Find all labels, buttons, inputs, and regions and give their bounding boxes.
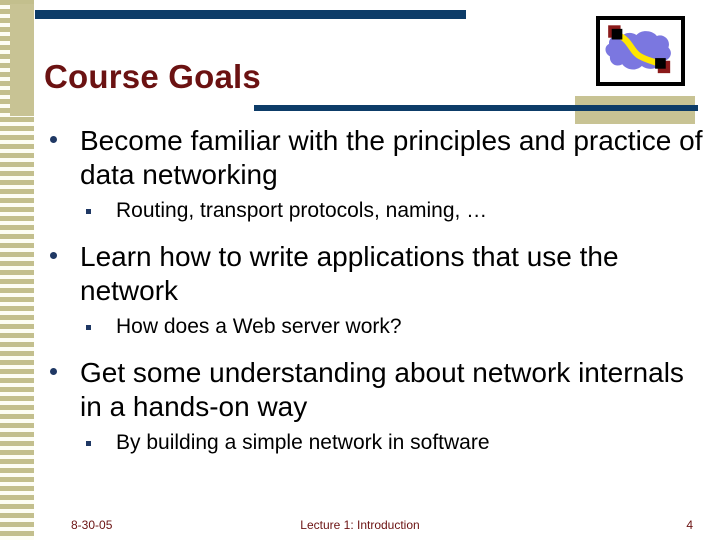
left-accent-block [10,4,34,116]
bullet-dot-icon [50,136,57,143]
bullet-level1-text: Learn how to write applications that use… [80,241,619,306]
bullet-level2: Routing, transport protocols, naming, … [44,196,704,226]
sub-bullet-square-icon [86,209,91,214]
page-title: Course Goals [44,58,261,96]
sub-bullet-square-icon [86,441,91,446]
bullet-level1: Become familiar with the principles and … [44,124,704,192]
bullet-level1-text: Become familiar with the principles and … [80,125,703,190]
bullet-level2-text: By building a simple network in software [116,431,490,454]
slide-canvas: Course Goals Become familiar with the pr… [0,0,720,540]
bullet-level2-text: Routing, transport protocols, naming, … [116,199,488,222]
bullet-dot-icon [50,252,57,259]
bullet-level2: How does a Web server work? [44,312,704,342]
bullet-level1: Learn how to write applications that use… [44,240,704,308]
bullet-level2-text: How does a Web server work? [116,315,402,338]
bullet-level1-text: Get some understanding about network int… [80,357,684,422]
slide-body: Become familiar with the principles and … [44,124,704,472]
sub-bullet-square-icon [86,325,91,330]
title-underline-rule [254,105,698,111]
top-accent-rule [35,10,466,19]
bullet-level2: By building a simple network in software [44,428,704,458]
network-cloud-clipart [596,16,685,86]
bullet-level1: Get some understanding about network int… [44,356,704,424]
footer-page-number: 4 [686,518,693,532]
bullet-dot-icon [50,368,57,375]
